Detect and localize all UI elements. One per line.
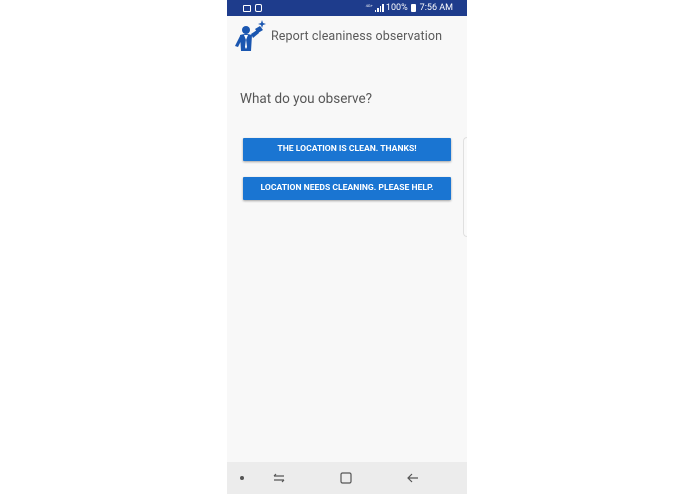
signal-icon: [374, 4, 384, 12]
image-icon: [243, 4, 251, 12]
question-text: What do you observe?: [240, 91, 373, 107]
app-header: Report cleaniness observation: [227, 16, 467, 60]
back-icon[interactable]: [405, 470, 421, 486]
status-bar: 4G+ 100% 7:56 AM: [227, 0, 467, 16]
cleaner-mascot-icon: [235, 20, 266, 51]
needs-cleaning-button[interactable]: LOCATION NEEDS CLEANING. PLEASE HELP.: [243, 177, 451, 200]
navigation-bar: [227, 462, 467, 494]
page-title: Report cleaniness observation: [271, 29, 443, 44]
battery-icon: [410, 4, 416, 12]
home-icon[interactable]: [338, 470, 354, 486]
clock: 7:56 AM: [419, 3, 453, 13]
usb-icon: [255, 4, 262, 12]
phone-screen: 4G+ 100% 7:56 AM Report cleaniness obser…: [227, 0, 467, 494]
status-right: 4G+ 100% 7:56 AM: [366, 3, 467, 13]
dot-icon[interactable]: [240, 476, 244, 480]
status-left: [227, 4, 262, 12]
recents-icon[interactable]: [271, 470, 287, 486]
edge-panel-handle[interactable]: [463, 137, 467, 237]
battery-percent: 100%: [385, 3, 408, 13]
location-clean-button[interactable]: THE LOCATION IS CLEAN. THANKS!: [243, 138, 451, 161]
network-type-label: 4G+: [365, 3, 373, 8]
